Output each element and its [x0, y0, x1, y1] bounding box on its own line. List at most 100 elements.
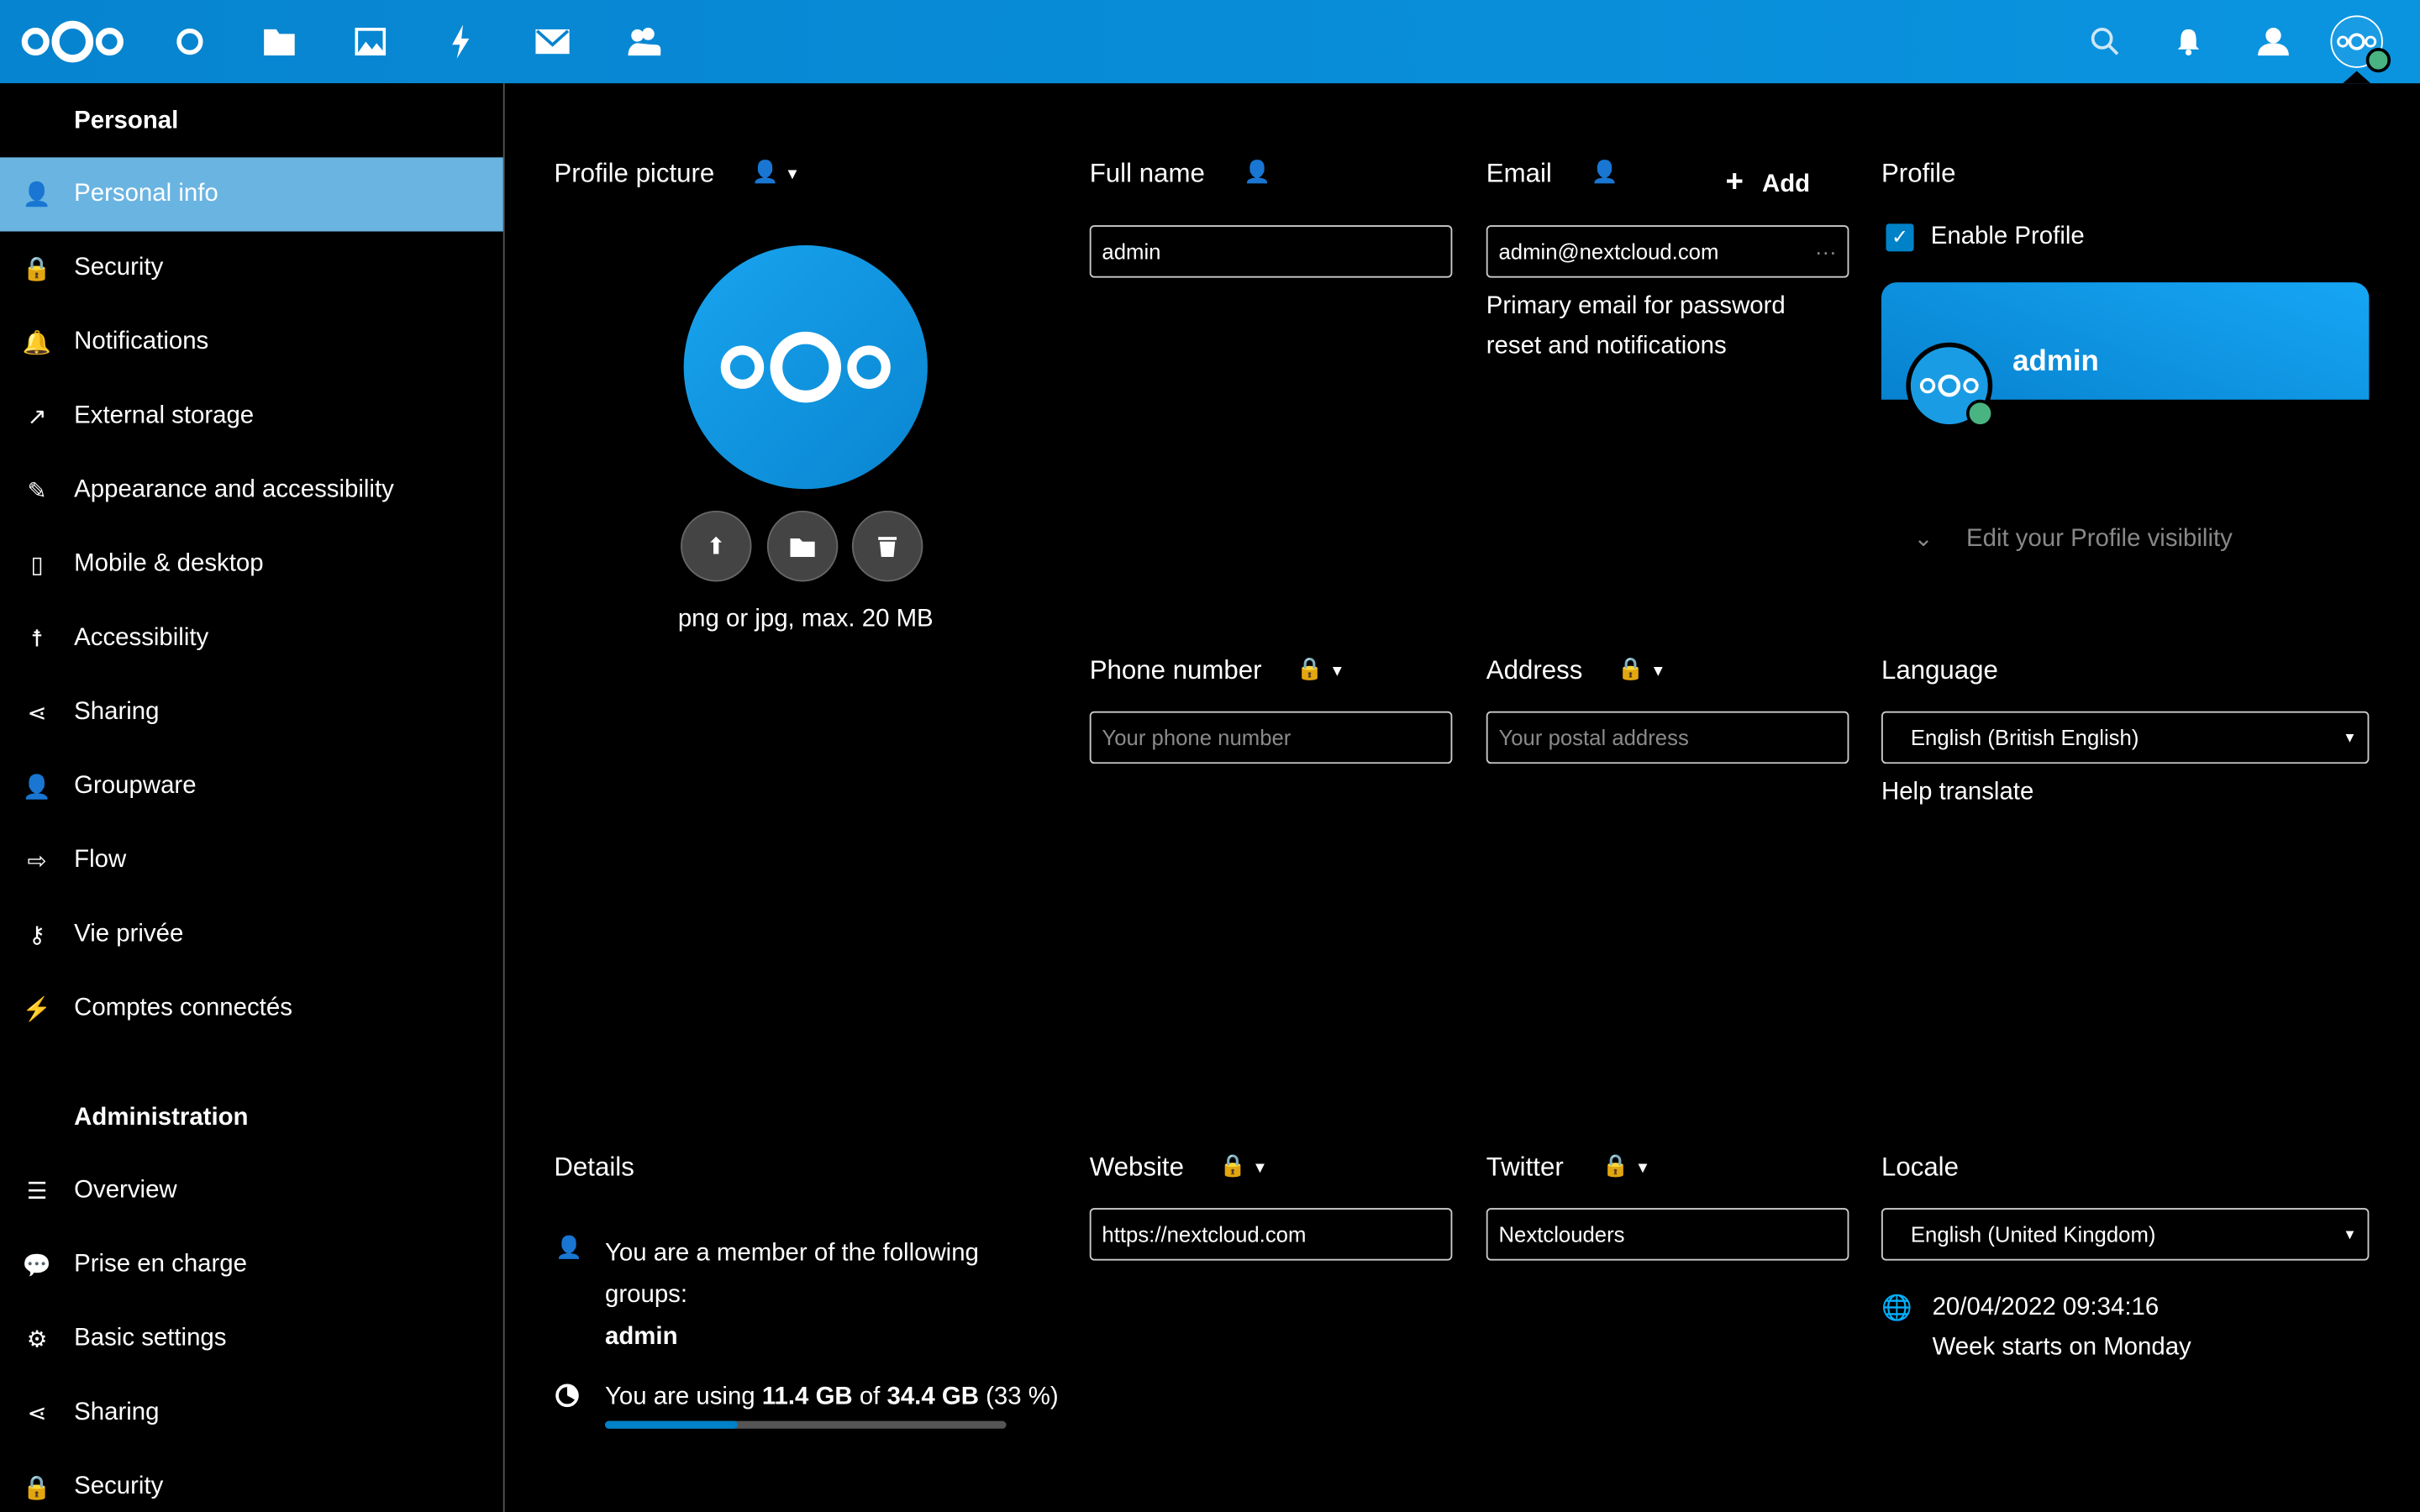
activity-icon[interactable] [441, 22, 481, 62]
share-icon: ⋖ [27, 700, 47, 727]
user-icon: 👤 [22, 181, 52, 208]
sidebar-item-label: Sharing [74, 1399, 160, 1426]
sidebar-item-notifications[interactable]: 🔔 Notifications [0, 306, 503, 380]
full-name-input[interactable]: admin [1089, 225, 1453, 278]
sidebar-item-overview[interactable]: ☰ Overview [0, 1154, 503, 1228]
upload-avatar-button[interactable]: ⬆ [680, 510, 752, 582]
user-avatar[interactable] [2330, 15, 2391, 73]
language-label: Language [1881, 655, 1998, 685]
visibility-user-icon[interactable]: 👤 ▼ [751, 159, 800, 185]
files-icon[interactable] [260, 22, 300, 62]
chevron-down-icon[interactable]: ⌄ [1914, 524, 1933, 552]
email-hint: Primary email for password reset and not… [1486, 292, 1786, 360]
photos-icon[interactable] [350, 22, 391, 62]
sidebar-item-sharing[interactable]: ⋖ Sharing [0, 1376, 503, 1450]
sidebar-item-external-storage[interactable]: ↗ External storage [0, 380, 503, 454]
list-icon: ☰ [26, 1179, 48, 1205]
nextcloud-logo[interactable] [18, 20, 127, 63]
details-label: Details [554, 1152, 634, 1182]
sidebar-item-personal-info[interactable]: 👤 Personal info [0, 157, 503, 232]
website-input[interactable]: https://nextcloud.com [1089, 1208, 1453, 1261]
profile-avatar [683, 245, 928, 490]
choose-from-files-button[interactable] [766, 510, 839, 582]
language-select[interactable]: English (British English) ▼ [1881, 711, 2370, 764]
sidebar-item-vie-priv-e[interactable]: ⚷ Vie privée [0, 898, 503, 972]
contacts-icon[interactable] [623, 22, 664, 62]
accessibility-icon: ☨ [30, 626, 44, 653]
twitter-input[interactable]: Nextclouders [1486, 1208, 1849, 1261]
mail-icon[interactable] [533, 22, 573, 62]
sidebar-item-appearance-and-accessibility[interactable]: ✎ Appearance and accessibility [0, 454, 503, 528]
sidebar-item-accessibility[interactable]: ☨ Accessibility [0, 601, 503, 675]
notifications-icon[interactable] [2169, 22, 2209, 62]
external-icon: ↗ [27, 404, 47, 431]
lock-visibility-icon[interactable]: 🔒 ▼ [1618, 656, 1666, 682]
lock-visibility-icon[interactable]: 🔒 ▼ [1219, 1152, 1268, 1179]
sidebar-item-comptes-connect-s[interactable]: ⚡ Comptes connectés [0, 972, 503, 1046]
quota-pie-icon [555, 1383, 579, 1408]
top-header [0, 0, 2420, 84]
enable-profile-checkbox[interactable]: ✓ [1886, 223, 1914, 252]
sidebar-item-basic-settings[interactable]: ⚙ Basic settings [0, 1302, 503, 1376]
lock-visibility-icon[interactable]: 🔒 ▼ [1602, 1152, 1651, 1179]
menu-caret [2343, 71, 2371, 84]
brush-icon: ✎ [27, 478, 47, 505]
avatar-hint: png or jpg, max. 20 MB [677, 606, 934, 633]
sidebar-item-label: Security [74, 255, 164, 281]
administration-heading: Administration [74, 1105, 249, 1131]
email-input[interactable]: admin@nextcloud.com ··· [1486, 225, 1849, 278]
contacts-menu-icon[interactable] [2254, 22, 2294, 62]
sidebar-item-label: Notifications [74, 328, 209, 355]
sidebar-item-label: Accessibility [74, 624, 209, 652]
lock-visibility-icon[interactable]: 🔒 ▼ [1297, 656, 1345, 682]
edit-profile-visibility-link[interactable]: Edit your Profile visibility [1966, 526, 2233, 554]
sidebar-item-mobile-desktop[interactable]: ▯ Mobile & desktop [0, 528, 503, 601]
search-icon[interactable] [2085, 22, 2125, 62]
profile-preview-avatar [1906, 342, 1995, 429]
email-label: Email [1486, 159, 1552, 189]
phone-label: Phone number [1089, 655, 1262, 685]
personal-heading: Personal [74, 108, 179, 134]
sidebar-item-label: Mobile & desktop [74, 550, 264, 577]
sidebar-item-label: External storage [74, 402, 255, 429]
visibility-user-icon[interactable]: 👤 [1244, 159, 1270, 185]
lock-icon: 🔒 [22, 1474, 52, 1502]
profile-picture-label: Profile picture [554, 159, 715, 189]
locale-time: 20/04/2022 09:34:16 [1932, 1294, 2160, 1321]
help-translate-link[interactable]: Help translate [1881, 780, 2033, 807]
profile-preview-name: admin [2012, 345, 2099, 378]
settings-sidebar: Personal 👤 Personal info 🔒 Security 🔔 Notific… [0, 83, 505, 1512]
sidebar-item-flow[interactable]: ⇨ Flow [0, 824, 503, 898]
sidebar-item-prise-en-charge[interactable]: 💬 Prise en charge [0, 1228, 503, 1302]
sidebar-item-groupware[interactable]: 👤 Groupware [0, 750, 503, 824]
plus-icon: + [1725, 165, 1744, 199]
sidebar-item-security[interactable]: 🔒 Security [0, 232, 503, 306]
sidebar-item-label: Basic settings [74, 1325, 227, 1352]
group-name: admin [604, 1323, 678, 1351]
dropdown-arrow-icon: ▼ [2343, 1226, 2357, 1242]
online-status-icon [2365, 47, 2391, 73]
groupware-icon: 👤 [22, 774, 52, 801]
locale-select[interactable]: English (United Kingdom) ▼ [1881, 1208, 2370, 1261]
online-status-icon [1965, 399, 1995, 428]
remove-avatar-button[interactable] [851, 510, 923, 582]
sidebar-item-label: Personal info [74, 180, 218, 207]
user-icon: 👤 [555, 1234, 583, 1259]
phone-input[interactable]: Your phone number [1089, 711, 1453, 764]
sidebar-item-security[interactable]: 🔒 Security [0, 1451, 503, 1512]
dashboard-icon[interactable] [170, 22, 210, 62]
lock-icon: 🔒 [22, 255, 52, 283]
sidebar-item-label: Overview [74, 1177, 177, 1204]
address-input[interactable]: Your postal address [1486, 711, 1849, 764]
sidebar-item-sharing[interactable]: ⋖ Sharing [0, 675, 503, 749]
key-icon: ⚷ [28, 922, 46, 949]
add-email-button[interactable]: + Add [1725, 165, 1810, 201]
share-icon: ⋖ [27, 1400, 47, 1427]
groups-text: You are a member of the following groups… [604, 1240, 979, 1309]
plug-icon: ⚡ [22, 996, 52, 1023]
more-actions-icon[interactable]: ··· [1815, 239, 1837, 264]
phone-icon: ▯ [30, 552, 44, 579]
enable-profile-label[interactable]: Enable Profile [1931, 223, 2085, 251]
flow-icon: ⇨ [27, 848, 47, 875]
visibility-user-icon[interactable]: 👤 [1591, 159, 1618, 185]
